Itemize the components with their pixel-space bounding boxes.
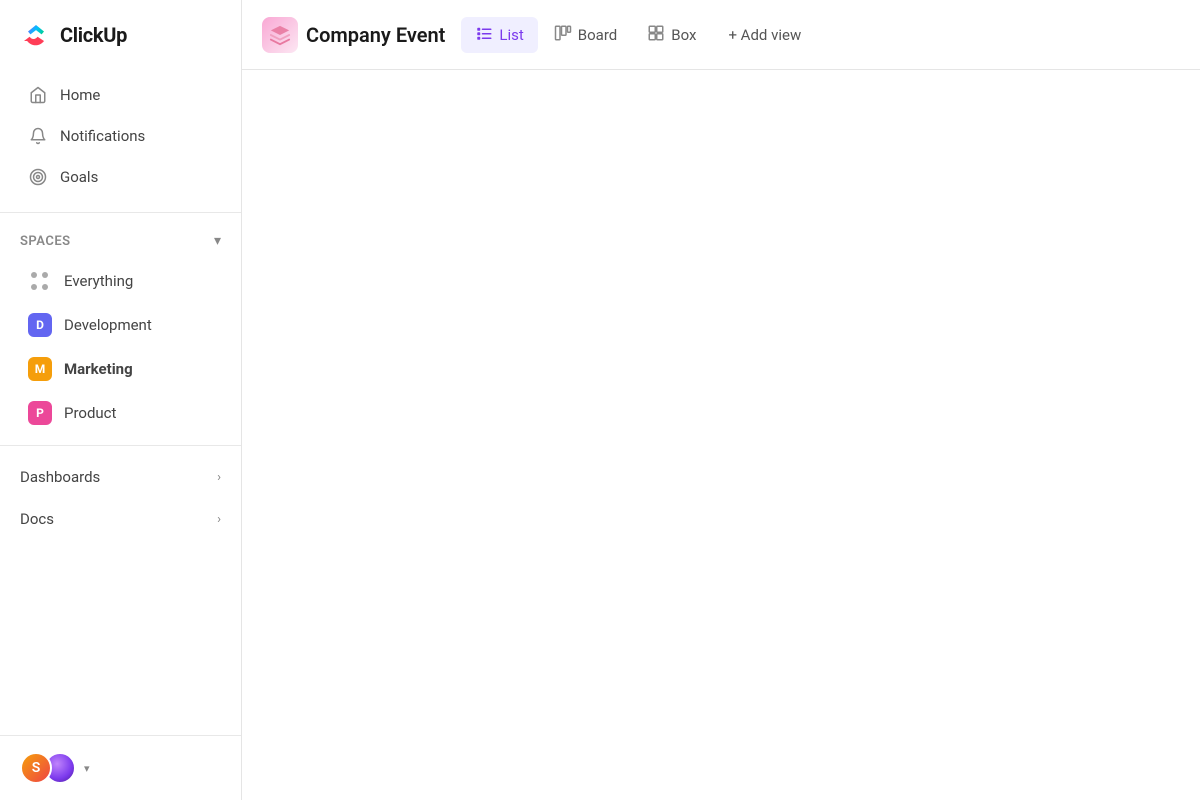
sidebar-item-marketing[interactable]: M Marketing: [8, 348, 233, 390]
marketing-label: Marketing: [64, 360, 133, 378]
sidebar: ClickUp Home Notifications: [0, 0, 242, 800]
spaces-divider: [0, 445, 241, 446]
product-avatar: P: [28, 401, 52, 425]
bell-icon: [28, 126, 48, 146]
everything-label: Everything: [64, 272, 133, 290]
sidebar-item-development[interactable]: D Development: [8, 304, 233, 346]
docs-label: Docs: [20, 510, 54, 528]
list-tab-icon: [475, 24, 493, 46]
dashboards-label: Dashboards: [20, 468, 100, 486]
sidebar-item-everything[interactable]: Everything: [8, 260, 233, 302]
development-label: Development: [64, 316, 152, 334]
avatar-group: S: [20, 752, 76, 784]
everything-dots-icon: [28, 269, 52, 293]
nav-items: Home Notifications Goals: [0, 70, 241, 202]
logo-text: ClickUp: [60, 23, 127, 47]
user-caret-icon: ▾: [84, 762, 90, 775]
box-3d-icon: [269, 24, 291, 46]
main-content: Company Event List: [242, 0, 1200, 800]
goals-icon: [28, 167, 48, 187]
board-tab-icon: [554, 24, 572, 46]
notifications-label: Notifications: [60, 127, 145, 145]
logo-area: ClickUp: [0, 0, 241, 70]
box-tab-label: Box: [671, 26, 696, 44]
dashboards-chevron-icon: ›: [217, 470, 221, 485]
add-view-label: + Add view: [728, 26, 801, 44]
spaces-header[interactable]: Spaces ▾: [0, 223, 241, 259]
board-tab-label: Board: [578, 26, 617, 44]
tab-box[interactable]: Box: [633, 17, 710, 53]
sidebar-item-goals[interactable]: Goals: [8, 157, 233, 197]
development-avatar: D: [28, 313, 52, 337]
home-label: Home: [60, 86, 100, 104]
box-tab-icon: [647, 24, 665, 46]
docs-section: Docs ›: [8, 500, 233, 538]
nav-divider: [0, 212, 241, 213]
add-view-button[interactable]: + Add view: [716, 19, 813, 51]
docs-item[interactable]: Docs ›: [8, 500, 233, 538]
goals-label: Goals: [60, 168, 98, 186]
sidebar-item-notifications[interactable]: Notifications: [8, 116, 233, 156]
chevron-down-icon: ▾: [214, 233, 221, 249]
clickup-logo-icon: [20, 19, 52, 51]
docs-chevron-icon: ›: [217, 512, 221, 527]
project-title: Company Event: [306, 23, 445, 47]
product-label: Product: [64, 404, 116, 422]
tab-board[interactable]: Board: [540, 17, 631, 53]
dashboards-item[interactable]: Dashboards ›: [8, 458, 233, 496]
spaces-label: Spaces: [20, 234, 71, 249]
sidebar-item-product[interactable]: P Product: [8, 392, 233, 434]
view-tabs: List Board: [461, 17, 813, 53]
content-area: [242, 70, 1200, 800]
sidebar-item-home[interactable]: Home: [8, 75, 233, 115]
top-bar: Company Event List: [242, 0, 1200, 70]
user-avatar-s: S: [20, 752, 52, 784]
project-icon: [262, 17, 298, 53]
tab-list[interactable]: List: [461, 17, 537, 53]
list-tab-label: List: [499, 26, 523, 44]
dashboards-section: Dashboards ›: [8, 458, 233, 496]
user-area[interactable]: S ▾: [0, 735, 241, 800]
home-icon: [28, 85, 48, 105]
marketing-avatar: M: [28, 357, 52, 381]
